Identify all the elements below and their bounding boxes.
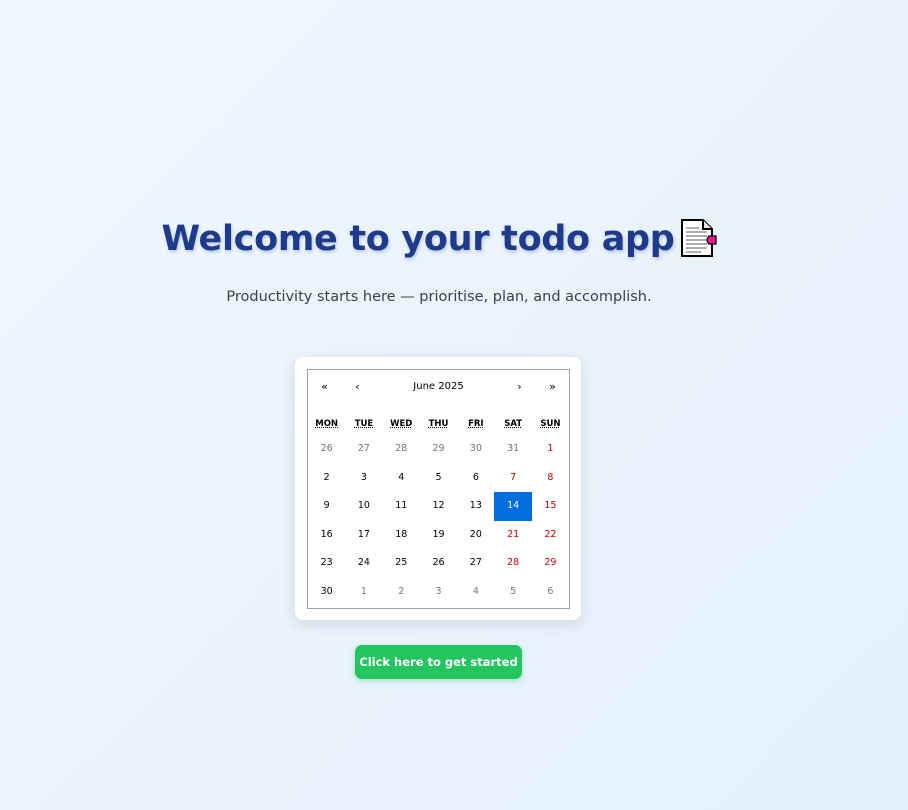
calendar-days-grid: 26 27 28 29 30 31 1 2 3 4 5 6 7 8 9 10 11 12 13 14 15 16 17 18 1… (308, 435, 569, 606)
calendar-day[interactable]: 6 (457, 464, 494, 493)
calendar-day[interactable]: 26 (308, 435, 345, 464)
weekday-label: FRI (468, 419, 484, 429)
calendar-day[interactable]: 12 (420, 492, 457, 521)
weekday-label: SAT (504, 419, 523, 429)
calendar-day[interactable]: 16 (308, 521, 345, 550)
calendar-day[interactable]: 9 (308, 492, 345, 521)
page-subtitle: Productivity starts here — prioritise, p… (226, 289, 652, 305)
calendar-day[interactable]: 3 (420, 578, 457, 607)
calendar-day[interactable]: 28 (494, 549, 531, 578)
calendar-day[interactable]: 29 (420, 435, 457, 464)
calendar-day[interactable]: 28 (383, 435, 420, 464)
weekday-label: SUN (540, 419, 561, 429)
calendar-day[interactable]: 18 (383, 521, 420, 550)
calendar-day[interactable]: 22 (532, 521, 569, 550)
calendar-navigation: « ‹ June 2025 › » (308, 370, 569, 404)
prev-year-button[interactable]: « (308, 370, 341, 404)
calendar-day[interactable]: 11 (383, 492, 420, 521)
weekday-label: WED (390, 419, 413, 429)
weekday-label: MON (315, 419, 339, 429)
calendar-day[interactable]: 10 (345, 492, 382, 521)
calendar-card: « ‹ June 2025 › » MON TUE WED THU FRI SA… (295, 357, 581, 620)
calendar-day[interactable]: 8 (532, 464, 569, 493)
calendar: « ‹ June 2025 › » MON TUE WED THU FRI SA… (307, 369, 570, 609)
page-document-icon (679, 218, 717, 262)
calendar-day[interactable]: 5 (494, 578, 531, 607)
calendar-day[interactable]: 24 (345, 549, 382, 578)
calendar-day[interactable]: 1 (345, 578, 382, 607)
calendar-day[interactable]: 2 (383, 578, 420, 607)
calendar-day[interactable]: 4 (383, 464, 420, 493)
calendar-day[interactable]: 19 (420, 521, 457, 550)
next-month-button[interactable]: › (503, 370, 536, 404)
calendar-day[interactable]: 2 (308, 464, 345, 493)
calendar-day[interactable]: 13 (457, 492, 494, 521)
calendar-day[interactable]: 30 (308, 578, 345, 607)
calendar-day[interactable]: 26 (420, 549, 457, 578)
page-header: Welcome to your todo app (0, 216, 878, 262)
calendar-day[interactable]: 15 (532, 492, 569, 521)
calendar-day[interactable]: 17 (345, 521, 382, 550)
calendar-day[interactable]: 31 (494, 435, 531, 464)
calendar-day[interactable]: 3 (345, 464, 382, 493)
calendar-day[interactable]: 4 (457, 578, 494, 607)
calendar-day[interactable]: 25 (383, 549, 420, 578)
calendar-day[interactable]: 29 (532, 549, 569, 578)
calendar-day[interactable]: 5 (420, 464, 457, 493)
calendar-day[interactable]: 27 (457, 549, 494, 578)
calendar-day[interactable]: 23 (308, 549, 345, 578)
calendar-day[interactable]: 6 (532, 578, 569, 607)
get-started-button[interactable]: Click here to get started (355, 645, 522, 679)
calendar-day[interactable]: 27 (345, 435, 382, 464)
calendar-day[interactable]: 21 (494, 521, 531, 550)
weekday-label: TUE (354, 419, 374, 429)
weekday-label: THU (428, 419, 449, 429)
calendar-day[interactable]: 7 (494, 464, 531, 493)
weekday-header-row: MON TUE WED THU FRI SAT SUN (308, 413, 569, 435)
page-title: Welcome to your todo app (161, 219, 675, 259)
calendar-day[interactable]: 30 (457, 435, 494, 464)
prev-month-button[interactable]: ‹ (341, 370, 374, 404)
calendar-day[interactable]: 20 (457, 521, 494, 550)
calendar-day-selected[interactable]: 14 (494, 492, 532, 521)
next-year-button[interactable]: » (536, 370, 569, 404)
calendar-day[interactable]: 1 (532, 435, 569, 464)
calendar-month-label[interactable]: June 2025 (374, 370, 503, 404)
